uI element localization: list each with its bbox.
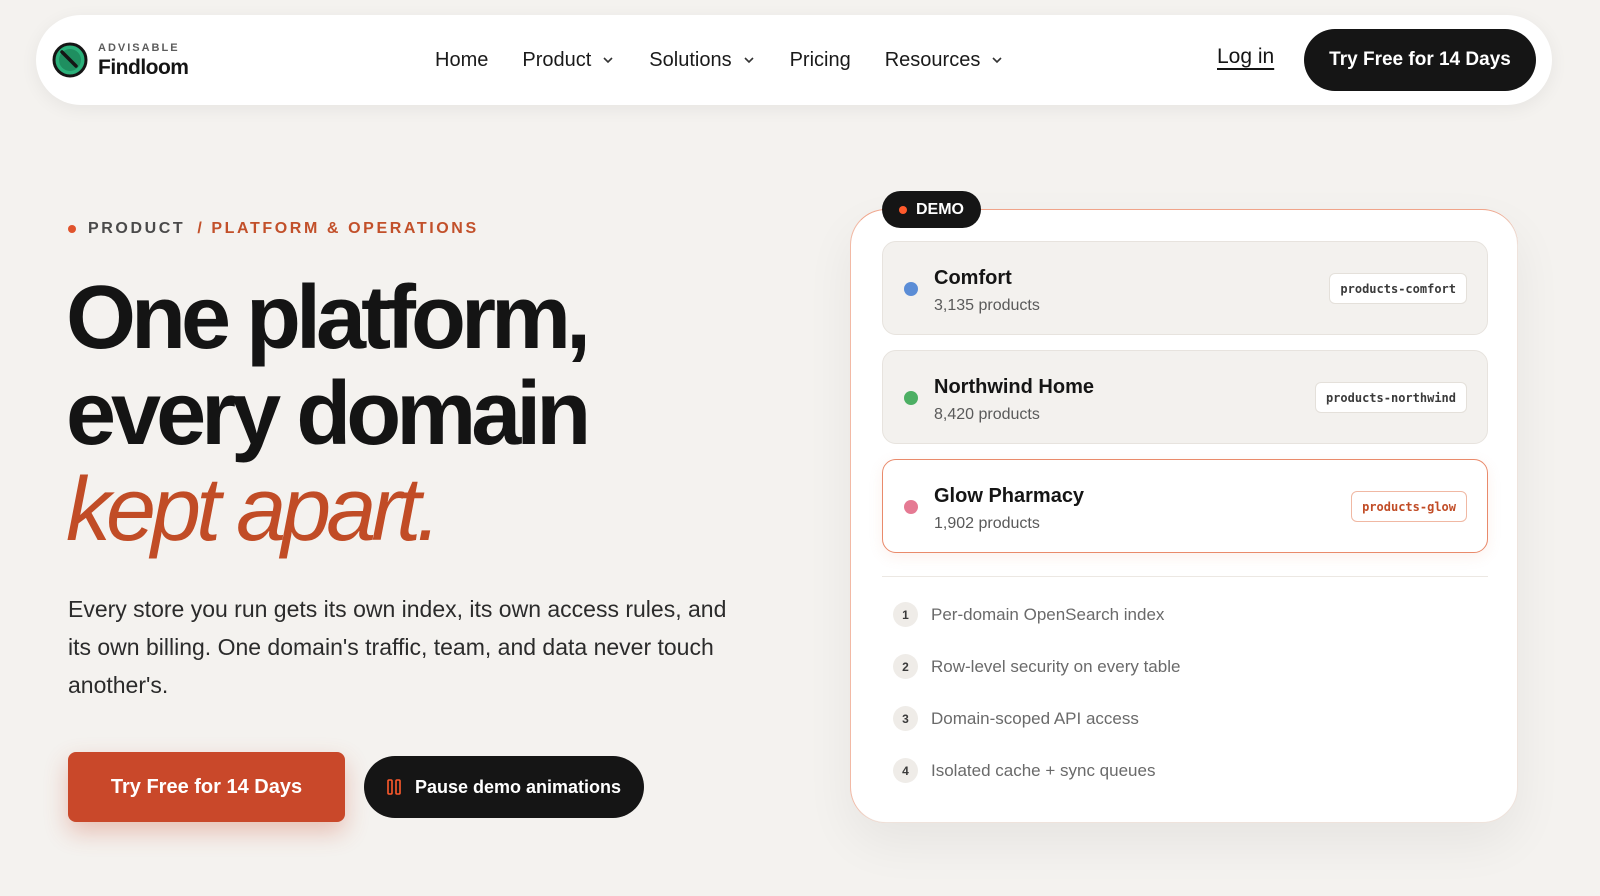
feature-number: 4 <box>893 758 918 783</box>
headline-accent: kept apart. <box>66 460 441 560</box>
domain-card-northwind[interactable]: Northwind Home 8,420 products products-n… <box>882 350 1488 444</box>
status-dot-icon <box>904 391 918 405</box>
login-link[interactable]: Log in <box>1217 45 1274 69</box>
domain-product-count: 1,902 products <box>934 515 1040 532</box>
chevron-down-icon <box>603 57 613 64</box>
demo-badge-label: DEMO <box>916 200 964 218</box>
nav-home-label: Home <box>435 48 489 71</box>
brand-logo[interactable]: ADVISABLE Findloom <box>52 41 189 79</box>
domain-product-count: 8,420 products <box>934 406 1040 423</box>
nav-solutions-label: Solutions <box>649 48 732 71</box>
feature-label: Domain-scoped API access <box>931 708 1139 728</box>
status-dot-icon <box>904 282 918 296</box>
feature-label: Isolated cache + sync queues <box>931 760 1156 780</box>
index-tag: products-comfort <box>1329 273 1467 304</box>
index-tag: products-northwind <box>1314 382 1467 413</box>
domain-name: Comfort <box>934 267 1012 289</box>
brand-tagline: ADVISABLE <box>98 41 180 54</box>
top-navbar: ADVISABLE Findloom Home Product Solution… <box>36 15 1552 105</box>
domain-card-glow[interactable]: Glow Pharmacy 1,902 products products-gl… <box>882 459 1488 553</box>
feature-item: 4 Isolated cache + sync queues <box>893 758 1155 783</box>
nav-home[interactable]: Home <box>435 49 488 72</box>
demo-badge: DEMO <box>882 191 981 228</box>
pause-icon <box>387 779 401 795</box>
page-title: One platform, every domain kept apart. <box>66 268 591 560</box>
headline-line-2: every domain <box>66 364 591 464</box>
domain-card-comfort[interactable]: Comfort 3,135 products products-comfort <box>882 241 1488 335</box>
nav-pricing[interactable]: Pricing <box>790 49 851 72</box>
divider <box>882 576 1488 577</box>
nav-solutions[interactable]: Solutions <box>649 49 755 72</box>
feature-item: 3 Domain-scoped API access <box>893 706 1139 731</box>
domain-name: Northwind Home <box>934 376 1094 398</box>
feature-number: 3 <box>893 706 918 731</box>
breadcrumb-product: PRODUCT <box>88 220 186 237</box>
feature-label: Row-level security on every table <box>931 656 1181 676</box>
chevron-down-icon <box>992 57 1002 64</box>
nav-product[interactable]: Product <box>522 49 615 72</box>
nav-resources[interactable]: Resources <box>885 49 1005 72</box>
hero-try-free-button[interactable]: Try Free for 14 Days <box>68 752 345 822</box>
eyebrow-dot-icon <box>68 225 76 233</box>
feature-item: 1 Per-domain OpenSearch index <box>893 602 1164 627</box>
nav-try-free-button[interactable]: Try Free for 14 Days <box>1304 29 1536 91</box>
pause-animations-label: Pause demo animations <box>414 776 622 797</box>
nav-product-label: Product <box>522 48 592 71</box>
main-menu: Home Product Solutions Pricing Resources <box>435 15 1038 105</box>
brand-name: Findloom <box>98 55 189 79</box>
index-tag: products-glow <box>1351 491 1467 522</box>
domain-product-count: 3,135 products <box>934 297 1040 314</box>
headline-line-1: One platform, <box>66 268 591 368</box>
nav-pricing-label: Pricing <box>789 48 851 71</box>
nav-resources-label: Resources <box>884 48 981 71</box>
domain-name: Glow Pharmacy <box>934 485 1085 507</box>
hero-description: Every store you run gets its own index, … <box>68 596 727 698</box>
pause-animations-button[interactable]: Pause demo animations <box>364 756 644 818</box>
status-dot-icon <box>904 500 918 514</box>
findloom-logo-icon <box>52 42 88 78</box>
breadcrumb-section: / PLATFORM & OPERATIONS <box>197 220 479 237</box>
feature-item: 2 Row-level security on every table <box>893 654 1180 679</box>
breadcrumb: PRODUCT / PLATFORM & OPERATIONS <box>68 220 479 238</box>
feature-label: Per-domain OpenSearch index <box>931 604 1165 624</box>
feature-number: 1 <box>893 602 918 627</box>
feature-number: 2 <box>893 654 918 679</box>
live-dot-icon <box>899 205 907 214</box>
chevron-down-icon <box>744 57 754 64</box>
